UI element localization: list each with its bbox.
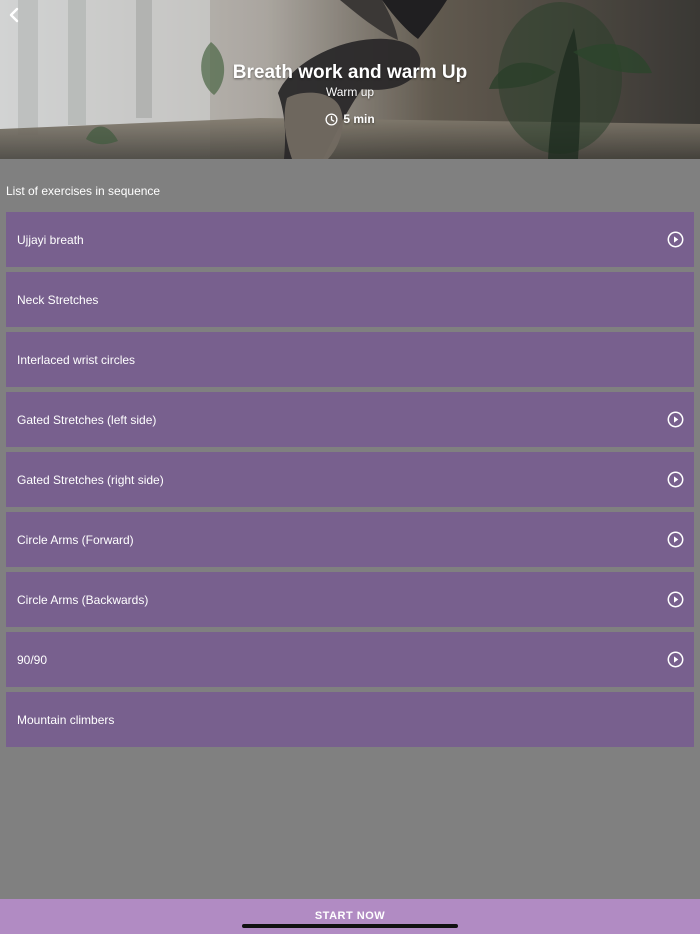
exercise-label: Circle Arms (Backwards) <box>17 592 149 607</box>
row-spacer <box>667 711 684 728</box>
exercise-list: Ujjayi breath Neck Stretches Interlaced wr… <box>6 212 694 752</box>
exercise-label: Neck Stretches <box>17 292 99 307</box>
play-circle-icon[interactable] <box>667 531 684 548</box>
exercise-label: Mountain climbers <box>17 712 115 727</box>
clock-icon <box>325 112 338 126</box>
play-circle-icon[interactable] <box>667 591 684 608</box>
play-circle-icon[interactable] <box>667 651 684 668</box>
page-title: Breath work and warm Up <box>232 62 468 83</box>
back-button[interactable] <box>4 5 24 25</box>
exercise-list-heading: List of exercises in sequence <box>6 184 161 198</box>
exercise-label: Ujjayi breath <box>17 232 84 247</box>
duration-label: 5 min <box>343 112 375 126</box>
home-indicator <box>242 924 458 928</box>
exercise-item[interactable]: Mountain climbers <box>6 692 694 747</box>
row-spacer <box>667 351 684 368</box>
exercise-item[interactable]: Neck Stretches <box>6 272 694 327</box>
row-spacer <box>667 291 684 308</box>
play-circle-icon[interactable] <box>667 411 684 428</box>
exercise-label: Gated Stretches (right side) <box>17 472 164 487</box>
workout-category: Warm up <box>325 85 375 99</box>
exercise-item[interactable]: Gated Stretches (right side) <box>6 452 694 507</box>
exercise-item[interactable]: 90/90 <box>6 632 694 687</box>
exercise-item[interactable]: Interlaced wrist circles <box>6 332 694 387</box>
exercise-item[interactable]: Gated Stretches (left side) <box>6 392 694 447</box>
exercise-label: Circle Arms (Forward) <box>17 532 134 547</box>
exercise-label: Interlaced wrist circles <box>17 352 136 367</box>
exercise-label: 90/90 <box>17 652 48 667</box>
play-circle-icon[interactable] <box>667 471 684 488</box>
start-now-label: START NOW <box>314 909 386 922</box>
play-circle-icon[interactable] <box>667 231 684 248</box>
exercise-item[interactable]: Circle Arms (Forward) <box>6 512 694 567</box>
workout-title-block: Breath work and warm Up Warm up 5 min <box>0 61 700 126</box>
workout-duration: 5 min <box>0 112 700 126</box>
exercise-item[interactable]: Circle Arms (Backwards) <box>6 572 694 627</box>
chevron-left-icon <box>9 7 19 23</box>
start-now-button[interactable]: START NOW <box>0 899 700 934</box>
exercise-item[interactable]: Ujjayi breath <box>6 212 694 267</box>
exercise-label: Gated Stretches (left side) <box>17 412 157 427</box>
workout-header: Breath work and warm Up Warm up 5 min <box>0 0 700 159</box>
